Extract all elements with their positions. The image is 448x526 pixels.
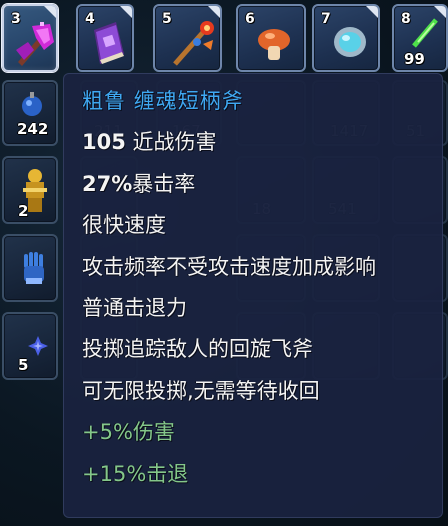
item-name: 粗鲁 缠魂短柄斧 <box>82 89 244 113</box>
purple-spell-tome-icon <box>94 22 124 64</box>
hotbar-slot-7[interactable]: 7 <box>312 4 380 72</box>
crit-label: 暴击率 <box>132 171 196 196</box>
damage-value: 105 <box>82 130 126 155</box>
blue-glove-icon <box>24 252 44 284</box>
item-tooltip: 粗鲁 缠魂短柄斧 105 近战伤害 27%暴击率 很快速度 攻击频率不受攻击速度… <box>63 73 443 518</box>
blue-bomb-icon <box>22 92 42 116</box>
damage-label: 近战伤害 <box>125 130 217 155</box>
hotbar-slot-6[interactable]: 6 <box>236 4 306 72</box>
crit-stat: 27%暴击率 <box>82 166 442 207</box>
magic-mirror-icon <box>334 27 366 57</box>
hotbar-slot-3[interactable]: 3 <box>2 4 58 72</box>
favorite-corner-icon <box>120 6 132 18</box>
knockback-stat: 普通击退力 <box>82 295 187 320</box>
game-inventory-screen: 3 4 5 6 7 8 99 242 2 5 粗鲁 缠魂短柄斧 105 近战伤害… <box>0 0 448 526</box>
inventory-slot[interactable] <box>2 234 58 302</box>
inventory-slot[interactable]: 5 <box>2 312 58 380</box>
inventory-slot[interactable]: 242 <box>2 80 58 146</box>
hotbar-slot-8[interactable]: 8 99 <box>392 4 448 72</box>
flame-staff-icon <box>173 21 214 66</box>
stack-count: 5 <box>18 356 29 374</box>
item-description-1: 投掷追踪敌人的回旋飞斧 <box>82 337 313 362</box>
stack-count: 242 <box>17 120 49 138</box>
damage-stat: 105 近战伤害 <box>82 124 442 165</box>
orange-mushroom-icon <box>258 29 290 60</box>
attack-speed-note: 攻击频率不受攻击速度加成影响 <box>82 254 376 279</box>
stack-count: 99 <box>404 50 425 68</box>
hotbar-slot-4[interactable]: 4 <box>76 4 134 72</box>
bonus-knockback-modifier: +15%击退 <box>82 461 189 486</box>
crit-value: 27% <box>82 171 133 196</box>
bonus-damage-modifier: +5%伤害 <box>82 420 175 445</box>
cursed-magenta-axe-icon <box>16 22 54 66</box>
favorite-corner-icon <box>44 6 56 18</box>
speed-stat: 很快速度 <box>82 213 166 238</box>
green-glowstick-icon <box>412 18 438 48</box>
slot-number: 6 <box>245 11 255 27</box>
favorite-corner-icon <box>366 6 378 18</box>
hotbar-slot-5[interactable]: 5 <box>153 4 222 72</box>
item-description-2: 可无限投掷,无需等待收回 <box>82 378 320 403</box>
blue-crystal-shard-icon <box>28 336 48 356</box>
stack-count: 2 <box>18 202 29 220</box>
inventory-slot[interactable]: 2 <box>2 156 58 224</box>
